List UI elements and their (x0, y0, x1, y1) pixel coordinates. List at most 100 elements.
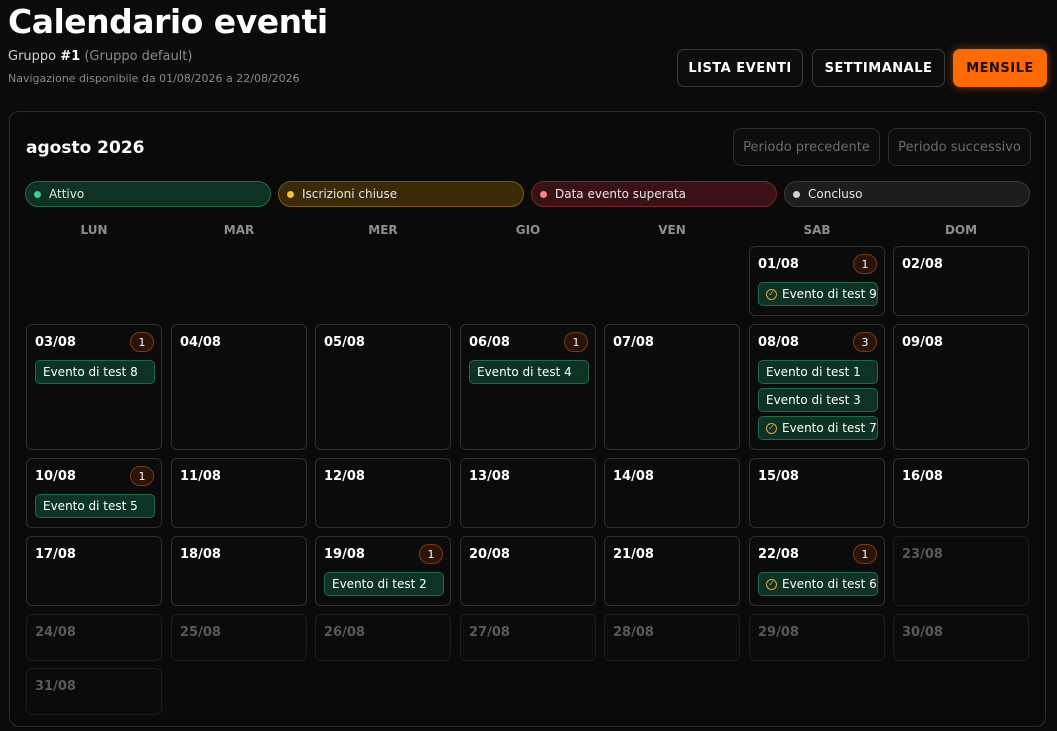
event-chip[interactable]: Evento di test 5 (35, 494, 155, 518)
day-cell[interactable]: 10/08 1 Evento di test 5 (26, 458, 162, 528)
event-chip[interactable]: ✓ Evento di test 6 (758, 572, 878, 596)
day-cell[interactable]: 06/08 1 Evento di test 4 (460, 324, 596, 450)
day-date: 01/08 (758, 257, 799, 272)
event-title: Evento di test 4 (477, 365, 572, 379)
day-cell[interactable]: 18/08 (171, 536, 307, 606)
legend-label: Iscrizioni chiuse (302, 187, 398, 201)
previous-period-button[interactable]: Periodo precedente (733, 128, 880, 166)
day-date: 16/08 (902, 469, 943, 484)
event-count-badge: 1 (564, 332, 588, 352)
legend-registrations-closed: Iscrizioni chiuse (278, 181, 524, 207)
day-date: 17/08 (35, 547, 76, 562)
event-chip[interactable]: Evento di test 1 (758, 360, 878, 384)
day-cell[interactable]: 20/08 (460, 536, 596, 606)
view-weekly-button[interactable]: SETTIMANALE (812, 49, 945, 87)
event-title: Evento di test 3 (766, 393, 861, 407)
day-date: 13/08 (469, 469, 510, 484)
month-title: agosto 2026 (26, 138, 145, 158)
day-date: 31/08 (35, 679, 76, 694)
event-count-badge: 1 (130, 466, 154, 486)
legend-date-passed: Data evento superata (531, 181, 777, 207)
day-date: 29/08 (758, 625, 799, 640)
status-dot-icon (540, 190, 547, 198)
day-date: 28/08 (613, 625, 654, 640)
group-name: (Gruppo default) (80, 49, 193, 64)
day-cell[interactable]: 17/08 (26, 536, 162, 606)
day-cell: 23/08 (893, 536, 1029, 606)
day-date: 18/08 (180, 547, 221, 562)
day-cell[interactable]: 05/08 (315, 324, 451, 450)
check-circle-icon: ✓ (766, 578, 777, 590)
calendar-panel: agosto 2026 Periodo precedente Periodo s… (9, 111, 1046, 727)
day-cell: 28/08 (604, 614, 740, 661)
event-count-badge: 1 (419, 544, 443, 564)
day-cell[interactable]: 12/08 (315, 458, 451, 528)
event-chip[interactable]: Evento di test 4 (469, 360, 589, 384)
day-date: 26/08 (324, 625, 365, 640)
day-cell[interactable]: 08/08 3 Evento di test 1 Evento di test 3 ✓ E… (749, 324, 885, 450)
event-title: Evento di test 8 (43, 365, 138, 379)
day-cell[interactable]: 21/08 (604, 536, 740, 606)
event-chip[interactable]: Evento di test 3 (758, 388, 878, 412)
day-cell[interactable]: 13/08 (460, 458, 596, 528)
view-monthly-button[interactable]: MENSILE (953, 49, 1047, 87)
day-date: 19/08 (324, 547, 365, 562)
event-chip[interactable]: ✓ Evento di test 9 (758, 282, 878, 306)
day-cell[interactable]: 09/08 (893, 324, 1029, 450)
day-date: 24/08 (35, 625, 76, 640)
event-title: Evento di test 9 (782, 287, 877, 301)
status-dot-icon (287, 190, 294, 198)
legend-label: Concluso (808, 187, 863, 201)
day-date: 06/08 (469, 335, 510, 350)
view-list-button[interactable]: LISTA EVENTI (677, 49, 803, 87)
weekday-header: DOM (944, 223, 978, 237)
weekday-header: VEN (658, 223, 686, 237)
day-cell: 25/08 (171, 614, 307, 661)
day-date: 04/08 (180, 335, 221, 350)
day-cell[interactable]: 16/08 (893, 458, 1029, 528)
day-date: 12/08 (324, 469, 365, 484)
next-period-button[interactable]: Periodo successivo (888, 128, 1031, 166)
day-cell: 24/08 (26, 614, 162, 661)
status-dot-icon (793, 190, 800, 198)
status-dot-icon (34, 190, 41, 198)
legend-label: Data evento superata (555, 187, 687, 201)
day-cell[interactable]: 19/08 1 Evento di test 2 (315, 536, 451, 606)
legend-concluded: Concluso (784, 181, 1030, 207)
event-chip[interactable]: Evento di test 2 (324, 572, 444, 596)
day-cell: 30/08 (893, 614, 1029, 661)
event-chip[interactable]: Evento di test 8 (35, 360, 155, 384)
event-title: Evento di test 5 (43, 499, 138, 513)
event-chip[interactable]: ✓ Evento di test 7 (758, 416, 878, 440)
weekday-header: SAB (803, 223, 831, 237)
day-date: 09/08 (902, 335, 943, 350)
check-circle-icon: ✓ (766, 288, 777, 300)
day-cell[interactable]: 15/08 (749, 458, 885, 528)
day-cell: 31/08 (26, 668, 162, 715)
day-date: 25/08 (180, 625, 221, 640)
weekday-header: GIO (515, 223, 541, 237)
day-cell[interactable]: 11/08 (171, 458, 307, 528)
day-cell: 27/08 (460, 614, 596, 661)
day-cell[interactable]: 02/08 (893, 246, 1029, 316)
day-cell[interactable]: 04/08 (171, 324, 307, 450)
day-date: 14/08 (613, 469, 654, 484)
page-title: Calendario eventi (8, 2, 328, 41)
day-cell[interactable]: 03/08 1 Evento di test 8 (26, 324, 162, 450)
day-date: 03/08 (35, 335, 76, 350)
event-title: Evento di test 2 (332, 577, 427, 591)
day-date: 22/08 (758, 547, 799, 562)
day-date: 08/08 (758, 335, 799, 350)
day-date: 21/08 (613, 547, 654, 562)
event-title: Evento di test 7 (782, 421, 877, 435)
day-cell[interactable]: 14/08 (604, 458, 740, 528)
event-count-badge: 1 (853, 254, 877, 274)
day-date: 15/08 (758, 469, 799, 484)
day-date: 20/08 (469, 547, 510, 562)
day-date: 05/08 (324, 335, 365, 350)
day-cell[interactable]: 07/08 (604, 324, 740, 450)
event-count-badge: 1 (853, 544, 877, 564)
event-title: Evento di test 6 (782, 577, 877, 591)
day-cell[interactable]: 22/08 1 ✓ Evento di test 6 (749, 536, 885, 606)
day-cell[interactable]: 01/08 1 ✓ Evento di test 9 (749, 246, 885, 316)
